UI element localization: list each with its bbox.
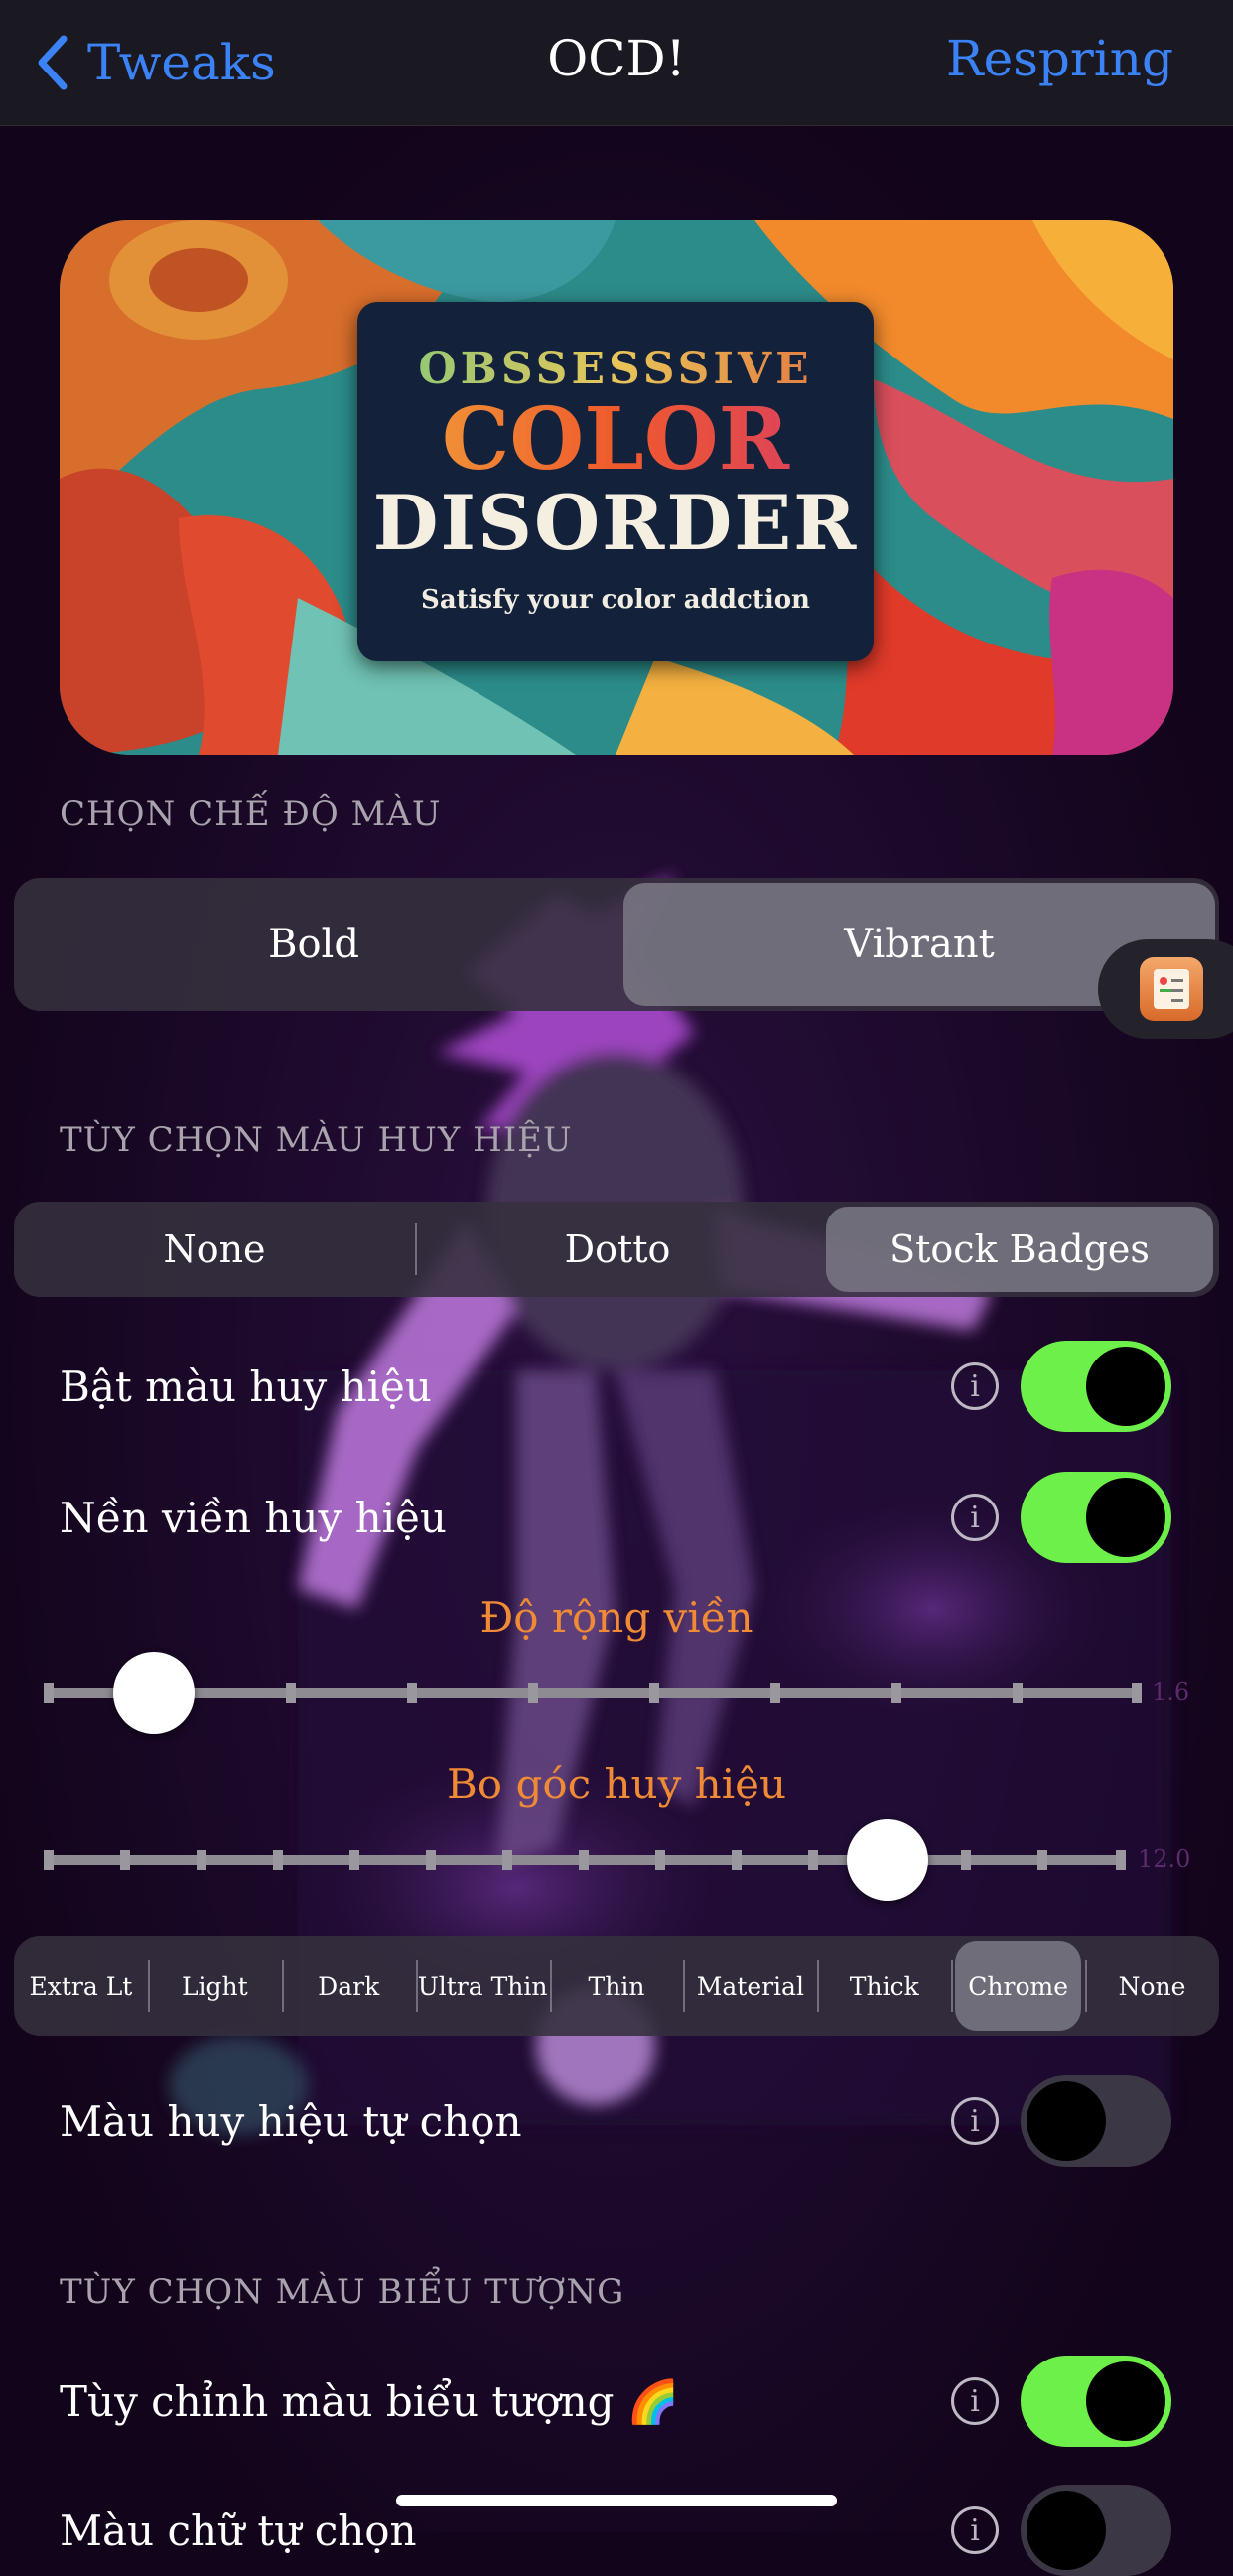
slider-tick [579, 1850, 589, 1870]
slider-tick [528, 1683, 538, 1703]
border-width-slider[interactable] [44, 1652, 1142, 1734]
slider-tick [808, 1850, 818, 1870]
material-option[interactable]: Light [148, 1936, 282, 2036]
info-icon[interactable]: i [951, 2097, 999, 2145]
badge-style-segmented-control: None Dotto Stock Badges [14, 1202, 1219, 1297]
border-width-value: 1.6 [1152, 1678, 1190, 1706]
border-width-slider-thumb[interactable] [112, 1652, 195, 1734]
slider-tick [732, 1850, 742, 1870]
header-banner: OBSSESSSIVE COLOR DISORDER Satisfy your … [60, 220, 1173, 755]
banner-line-1: OBSSESSSIVE [357, 344, 874, 394]
banner-logo-card: OBSSESSSIVE COLOR DISORDER Satisfy your … [357, 302, 874, 661]
badge-corner-value: 12.0 [1138, 1845, 1191, 1873]
info-icon[interactable]: i [951, 1494, 999, 1541]
settings-content: OBSSESSSIVE COLOR DISORDER Satisfy your … [0, 0, 1233, 2576]
slider-tick [349, 1850, 359, 1870]
material-option[interactable]: None [1085, 1936, 1219, 2036]
badge-border-bg-toggle[interactable] [1021, 1472, 1171, 1563]
navigation-bar: Tweaks OCD! Respring [0, 0, 1233, 126]
floating-shortcut-button[interactable] [1098, 939, 1233, 1039]
material-option[interactable]: Dark [282, 1936, 416, 2036]
section-header-badge-colors: TÙY CHỌN MÀU HUY HIỆU [60, 1120, 573, 1160]
segment-divider [415, 1960, 418, 2012]
segment-divider [147, 1960, 150, 2012]
banner-tagline: Satisfy your color addction [421, 585, 810, 615]
slider-tick [44, 1850, 54, 1870]
segment-divider [1085, 1960, 1088, 2012]
slider-tick [1013, 1683, 1023, 1703]
slider-tick [1132, 1683, 1142, 1703]
segment-divider [817, 1960, 820, 2012]
slider-tick [1037, 1850, 1047, 1870]
segment-stock-badges[interactable]: Stock Badges [826, 1207, 1213, 1292]
enable-badge-color-label: Bật màu huy hiệu [60, 1362, 432, 1411]
segment-divider [281, 1960, 284, 2012]
section-header-icon-colors: TÙY CHỌN MÀU BIỂU TƯỢNG [60, 2272, 625, 2312]
respring-button[interactable]: Respring [946, 30, 1173, 87]
custom-text-color-label: Màu chữ tự chọn [60, 2506, 417, 2555]
segment-divider [683, 1960, 686, 2012]
slider-tick [120, 1850, 130, 1870]
slider-tick [770, 1683, 780, 1703]
home-indicator [396, 2495, 837, 2506]
slider-tick [502, 1850, 512, 1870]
slider-tick [649, 1683, 659, 1703]
slider-tick [961, 1850, 971, 1870]
segment-dotto[interactable]: Dotto [417, 1202, 818, 1297]
custom-badge-color-toggle[interactable] [1021, 2075, 1171, 2167]
material-option[interactable]: Material [683, 1936, 817, 2036]
material-segmented-control: Extra Lt Light Dark Ultra Thin Thin Material T… [14, 1936, 1219, 2036]
segment-divider [549, 1960, 552, 2012]
info-icon[interactable]: i [951, 2506, 999, 2554]
info-icon[interactable]: i [951, 1362, 999, 1410]
section-header-color-mode: CHỌN CHẾ ĐỘ MÀU [60, 794, 442, 834]
info-icon[interactable]: i [951, 2377, 999, 2425]
slider-tick [891, 1683, 901, 1703]
badge-border-bg-label: Nền viền huy hiệu [60, 1494, 447, 1542]
custom-text-color-toggle[interactable] [1021, 2485, 1171, 2576]
slider-tick [655, 1850, 665, 1870]
slider-tick [286, 1683, 296, 1703]
segment-bold[interactable]: Bold [14, 878, 614, 1011]
material-option[interactable]: Thick [817, 1936, 951, 2036]
banner-line-3: DISORDER [372, 479, 859, 567]
material-option[interactable]: Ultra Thin [416, 1936, 550, 2036]
banner-line-2: COLOR [357, 396, 874, 484]
border-width-title: Độ rộng viền [480, 1593, 754, 1642]
enable-badge-color-toggle[interactable] [1021, 1341, 1171, 1432]
material-option[interactable]: Extra Lt [14, 1936, 148, 2036]
slider-tick [407, 1683, 417, 1703]
slider-tick [273, 1850, 283, 1870]
segment-none[interactable]: None [14, 1202, 415, 1297]
slider-tick [197, 1850, 206, 1870]
slider-tick [426, 1850, 436, 1870]
badge-corner-slider[interactable] [44, 1819, 1126, 1901]
color-mode-segmented-control: Bold Vibrant [14, 878, 1219, 1011]
custom-badge-color-label: Màu huy hiệu tự chọn [60, 2097, 522, 2146]
slider-tick [44, 1683, 54, 1703]
customize-icon-color-label: Tùy chỉnh màu biểu tượng 🌈 [60, 2377, 680, 2426]
material-option[interactable]: Thin [550, 1936, 684, 2036]
material-option[interactable]: Chrome [955, 1941, 1082, 2031]
badge-corner-slider-thumb[interactable] [847, 1819, 929, 1901]
slider-tick [1116, 1850, 1126, 1870]
badge-corner-title: Bo góc huy hiệu [446, 1760, 787, 1808]
segment-divider [951, 1960, 954, 2012]
customize-icon-color-toggle[interactable] [1021, 2356, 1171, 2447]
notes-app-icon [1140, 957, 1203, 1021]
